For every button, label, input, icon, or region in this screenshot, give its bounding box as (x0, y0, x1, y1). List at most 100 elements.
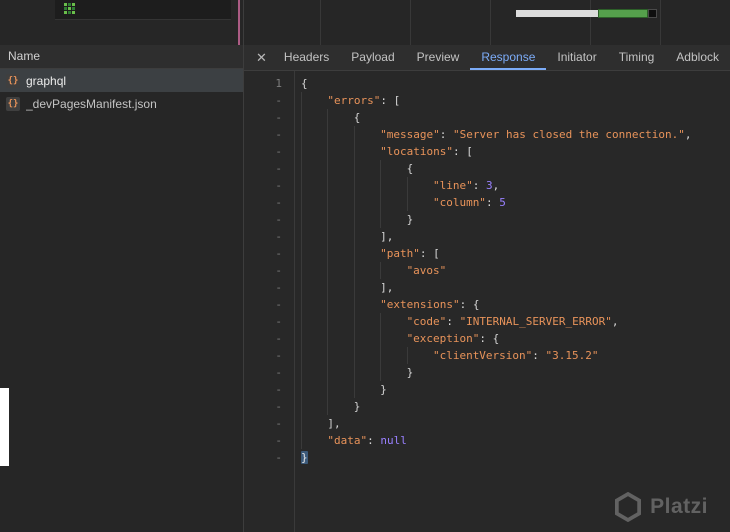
code-token: : [ (380, 94, 401, 107)
code-line: - "extensions": { (244, 296, 730, 313)
code-line: -} (244, 449, 730, 466)
line-number: - (275, 332, 282, 345)
pane-divider[interactable] (243, 0, 244, 532)
code-token: : [ (419, 247, 440, 260)
code-token: "column" (432, 196, 486, 209)
line-number: - (275, 247, 282, 260)
network-table-row[interactable] (55, 0, 231, 20)
code-token: : (485, 196, 500, 209)
code-token: "avos" (406, 264, 447, 277)
indent-guide (327, 398, 353, 415)
tab-timing[interactable]: Timing (608, 45, 666, 70)
tab-headers[interactable]: Headers (273, 45, 340, 70)
tab-response[interactable]: Response (470, 45, 547, 70)
code-line: 1{ (244, 75, 730, 92)
line-number: - (275, 230, 282, 243)
json-file-icon: {} (6, 96, 20, 111)
line-number: - (275, 145, 282, 158)
code-line-content: "code": "INTERNAL_SERVER_ERROR", (294, 313, 730, 330)
indent-guide (301, 262, 327, 279)
code-token: ], (380, 281, 394, 294)
line-number: - (275, 451, 282, 464)
indent-guide (353, 245, 380, 262)
column-divider (320, 0, 321, 45)
waterfall-download-segment (598, 9, 648, 18)
indent-guide (301, 245, 327, 262)
indent-guide (301, 432, 327, 449)
tab-adblock[interactable]: Adblock (665, 45, 730, 70)
indent-guide (301, 177, 327, 194)
code-line-content: { (294, 75, 730, 92)
tab-initiator[interactable]: Initiator (546, 45, 607, 70)
indent-guide (327, 245, 353, 262)
indent-guide (353, 296, 380, 313)
line-number: - (275, 400, 282, 413)
indent-guide (301, 296, 327, 313)
indent-guide (327, 126, 353, 143)
indent-guide (353, 262, 380, 279)
code-token: "extensions" (380, 298, 460, 311)
line-number: - (275, 94, 282, 107)
line-number: - (275, 315, 282, 328)
code-token: : (472, 179, 486, 192)
line-number: - (275, 417, 282, 430)
indent-guide (353, 347, 380, 364)
indent-guide (353, 313, 380, 330)
code-line: -], (244, 279, 730, 296)
name-column-header[interactable]: Name (0, 45, 243, 69)
code-line: - "avos" (244, 262, 730, 279)
platzi-logo-icon (615, 492, 642, 522)
indent-guide (301, 143, 327, 160)
code-token: "errors" (327, 94, 381, 107)
code-token: } (406, 366, 414, 379)
code-token: "locations" (380, 145, 454, 158)
indent-guide (301, 92, 327, 109)
indent-guide (327, 228, 353, 245)
indent-guide (380, 347, 406, 364)
line-number: 1 (275, 77, 282, 90)
request-row[interactable]: {} graphql (0, 69, 243, 92)
gutter-border (294, 71, 295, 532)
line-number: - (275, 434, 282, 447)
code-line-content: } (294, 211, 730, 228)
request-row[interactable]: {} _devPagesManifest.json (0, 92, 243, 115)
waterfall-bar[interactable] (516, 8, 657, 19)
code-line: - "message": "Server has closed the conne… (244, 126, 730, 143)
indent-guide (327, 279, 353, 296)
code-line-content: { (294, 160, 730, 177)
code-token: , (611, 315, 619, 328)
line-number: - (275, 162, 282, 175)
indent-guide (406, 347, 433, 364)
code-line: - "locations": [ (244, 143, 730, 160)
code-token: "Server has closed the connection." (453, 128, 685, 141)
code-line-content: "errors": [ (294, 92, 730, 109)
code-line-content: "avos" (294, 262, 730, 279)
tab-preview[interactable]: Preview (406, 45, 471, 70)
code-line-content: { (294, 109, 730, 126)
indent-guide (406, 177, 433, 194)
code-line-content: ], (294, 228, 730, 245)
code-line: - "clientVersion": "3.15.2" (244, 347, 730, 364)
indent-guide (353, 330, 380, 347)
line-number: - (275, 281, 282, 294)
code-token: : (439, 128, 454, 141)
platzi-watermark: Platzi (615, 492, 708, 522)
tab-payload[interactable]: Payload (340, 45, 405, 70)
tabs-container: Headers Payload Preview Response Initiator Ti… (273, 45, 730, 70)
code-token: "3.15.2" (545, 349, 599, 362)
code-token: : { (459, 298, 480, 311)
code-line: - "errors": [ (244, 92, 730, 109)
indent-guide (353, 279, 380, 296)
response-code-lines: 1{- "errors": [-{- "message": "Server has … (244, 75, 730, 466)
indent-guide (380, 330, 406, 347)
code-token: } (353, 400, 361, 413)
indent-guide (380, 262, 406, 279)
code-token: , (684, 128, 692, 141)
line-number: - (275, 383, 282, 396)
code-line-content: } (294, 398, 730, 415)
response-code[interactable]: 1{- "errors": [-{- "message": "Server has … (244, 71, 730, 532)
code-line-content: "clientVersion": "3.15.2" (294, 347, 730, 364)
close-icon[interactable]: ✕ (250, 45, 273, 70)
indent-guide (327, 211, 353, 228)
code-token: } (301, 451, 308, 464)
